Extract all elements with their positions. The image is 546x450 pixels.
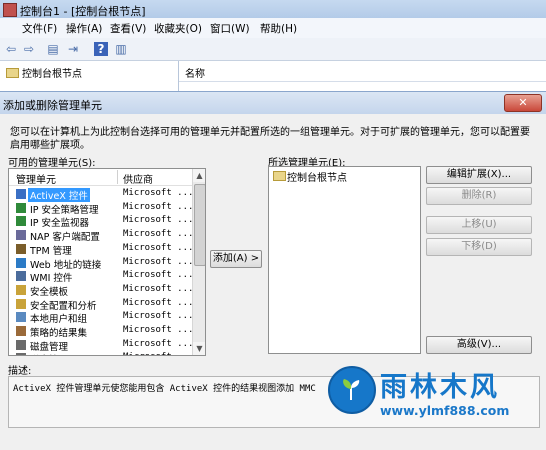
snapin-row[interactable]: 安全配置和分析 Microsoft ... [9,297,194,312]
snapin-vendor: Microsoft ... [123,229,194,240]
menu-help[interactable]: 帮助(H) [260,21,297,36]
leaf-icon [343,379,360,400]
snapin-row[interactable]: WMI 控件 Microsoft ... [9,269,194,284]
tpm-icon [16,243,26,254]
security-template-icon [16,284,26,295]
mmc-result-pane: 名称 [179,61,546,91]
back-arrow-icon[interactable]: ⇦ [4,42,18,56]
ip-security-monitor-icon [16,216,26,227]
snapin-name: 磁盘管理 [30,352,68,355]
watermark-url: www.ylmf888.com [380,403,510,418]
watermark: 雨林木风 www.ylmf888.com [328,363,546,449]
column-snapin-header[interactable]: 管理单元 [16,171,56,186]
close-button[interactable]: ✕ [504,94,542,112]
available-snapins-label: 可用的管理单元(S): [8,158,96,169]
selected-item-console-root[interactable]: 控制台根节点 [287,169,347,184]
mmc-window-title: 控制台1 - [控制台根节点] [20,5,146,18]
forward-arrow-icon[interactable]: ⇨ [22,42,36,56]
snapin-row[interactable]: 本地用户和组 Microsoft ... [9,310,194,325]
snapin-row[interactable]: Web 地址的链接 Microsoft ... [9,256,194,271]
menu-action[interactable]: 操作(A) [66,21,102,36]
folder-icon [273,171,286,181]
move-down-button[interactable]: 下移(D) [426,238,532,256]
brand-logo-icon [328,366,376,414]
advanced-button[interactable]: 高级(V)... [426,336,532,354]
export-list-icon[interactable]: ⇥ [66,42,80,56]
snapin-row[interactable]: TPM 管理 Microsoft ... [9,242,194,257]
snapin-vendor: Microsoft ... [123,215,194,226]
move-up-button[interactable]: 上移(U) [426,216,532,234]
help-icon[interactable]: ? [94,42,108,56]
snapin-vendor: Microsoft ... [123,270,194,281]
add-button[interactable]: 添加(A) > [210,250,262,268]
folder-icon [6,68,19,78]
local-users-icon [16,312,26,323]
snapin-vendor: Microsoft ... [123,338,194,349]
edit-extensions-button[interactable]: 编辑扩展(X)... [426,166,532,184]
menu-window[interactable]: 窗口(W) [210,21,250,36]
selected-snapins-list[interactable]: 控制台根节点 [268,166,421,354]
watermark-brand: 雨林木风 [380,372,500,403]
menu-view[interactable]: 查看(V) [110,21,146,36]
snapin-vendor: Microsoft ... [123,311,194,322]
snapin-vendor: Microsoft ... [123,283,194,294]
menu-file[interactable]: 文件(F) [22,21,57,36]
mmc-menu-bar: 文件(F) 操作(A) 查看(V) 收藏夹(O) 窗口(W) 帮助(H) [0,18,546,39]
snapin-vendor: Microsoft ... [123,352,193,355]
scroll-down-icon[interactable]: ▼ [193,342,205,355]
console-tree-icon[interactable]: ▤ [46,42,60,56]
nap-client-icon [16,230,26,241]
mmc-app-icon [3,3,17,17]
column-name-header[interactable]: 名称 [185,65,205,80]
ip-security-policy-icon [16,202,26,213]
snapin-vendor: Microsoft ... [123,297,194,308]
scroll-up-icon[interactable]: ▲ [193,169,205,182]
dialog-description: 您可以在计算机上为此控制台选择可用的管理单元并配置所选的一组管理单元。对于可扩展… [10,127,530,151]
dialog-title-bar: 添加或删除管理单元 ✕ [0,92,546,114]
mmc-title-bar: 控制台1 - [控制台根节点] [0,0,546,18]
available-list-scrollbar[interactable]: ▲ ▼ [192,169,205,355]
snapin-vendor: Microsoft ... [123,242,194,253]
available-snapins-list[interactable]: 管理单元 供应商 ActiveX 控件 Microsoft ... IP 安全策略管… [8,168,206,356]
description-text: ActiveX 控件管理单元使您能用包含 ActiveX 控件的结果视图添加 M… [13,384,316,394]
column-divider[interactable] [117,170,118,184]
snapin-vendor: Microsoft ... [123,201,194,212]
snapin-row[interactable]: ActiveX 控件 Microsoft ... [9,187,194,202]
available-list-header: 管理单元 供应商 [9,169,205,186]
tree-root-node[interactable]: 控制台根节点 [22,65,82,80]
result-column-header: 名称 [179,61,546,82]
snapin-vendor: Microsoft ... [123,188,194,198]
security-config-icon [16,298,26,309]
mmc-tree-pane: 控制台根节点 [0,61,179,91]
description-label: 描述: [8,366,32,377]
snapin-row[interactable]: IP 安全监视器 Microsoft ... [9,214,194,229]
web-link-icon [16,257,26,268]
snapin-vendor: Microsoft ... [123,325,194,335]
mmc-toolbar: ⇦ ⇨ ▤ ⇥ ? ▥ [0,38,546,61]
snapin-row[interactable]: NAP 客户端配置 Microsoft ... [9,228,194,243]
action-pane-icon[interactable]: ▥ [114,42,128,56]
snapin-row[interactable]: 安全模板 Microsoft ... [9,283,194,298]
disk-management-icon [16,339,26,350]
activex-icon [16,189,26,199]
column-vendor-header[interactable]: 供应商 [123,171,153,186]
dialog-title: 添加或删除管理单元 [3,99,102,112]
remove-button[interactable]: 删除(R) [426,187,532,205]
snapin-row[interactable]: 磁盘管理 Microsoft ... [9,351,193,355]
scroll-thumb[interactable] [194,184,205,266]
menu-favorites[interactable]: 收藏夹(O) [154,21,202,36]
snapin-row[interactable]: 策略的结果集 Microsoft ... [9,324,194,339]
snapin-row[interactable]: 磁盘管理 Microsoft ... [9,338,194,353]
snapin-vendor: Microsoft ... [123,256,194,267]
wmi-icon [16,271,26,282]
rsop-icon [16,326,26,336]
snapin-row[interactable]: IP 安全策略管理 Microsoft ... [9,201,194,216]
disk-management-icon [16,353,26,355]
